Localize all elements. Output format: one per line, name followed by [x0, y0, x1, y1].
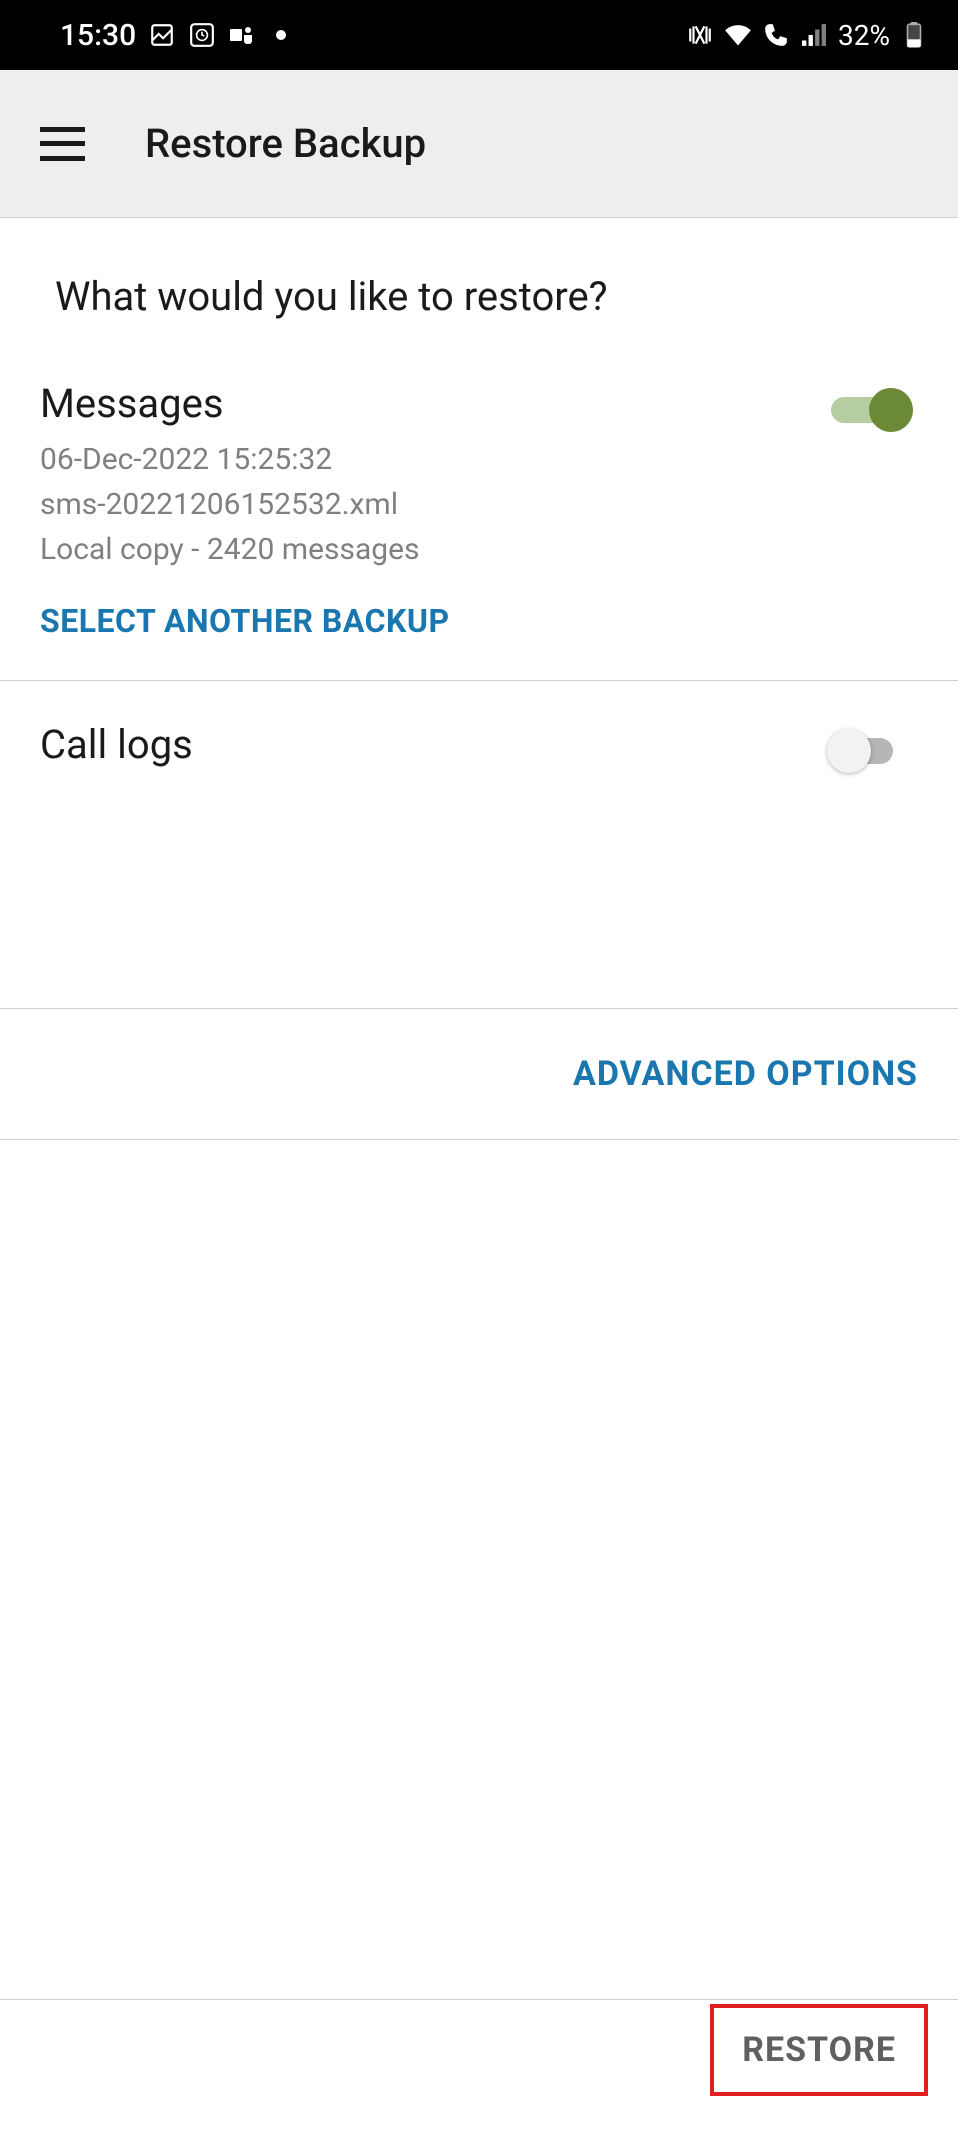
app-bar: Restore Backup	[0, 70, 958, 218]
teams-icon	[228, 21, 256, 49]
messages-details: Local copy - 2420 messages	[40, 527, 831, 572]
status-right: 32%	[686, 19, 928, 52]
status-time: 15:30	[60, 18, 136, 53]
messages-toggle[interactable]	[831, 388, 913, 432]
dot-icon	[276, 30, 286, 40]
signal-icon	[800, 21, 828, 49]
vibrate-icon	[686, 21, 714, 49]
battery-percent: 32%	[838, 19, 890, 52]
content: What would you like to restore? Messages…	[0, 218, 958, 1140]
messages-datetime: 06-Dec-2022 15:25:32	[40, 437, 831, 482]
advanced-section: ADVANCED OPTIONS	[0, 1009, 958, 1140]
heading: What would you like to restore?	[0, 218, 958, 360]
calllogs-toggle[interactable]	[831, 729, 913, 773]
calllogs-title: Call logs	[40, 721, 831, 768]
clock-app-icon	[188, 21, 216, 49]
messages-section: Messages 06-Dec-2022 15:25:32 sms-202212…	[0, 360, 958, 681]
footer-bar: RESTORE	[0, 1999, 958, 2129]
advanced-options-link[interactable]: ADVANCED OPTIONS	[573, 1054, 918, 1094]
status-left: 15:30	[60, 18, 286, 53]
menu-icon[interactable]	[40, 127, 85, 161]
status-bar: 15:30 32%	[0, 0, 958, 70]
wifi-icon	[724, 21, 752, 49]
page-title: Restore Backup	[145, 120, 426, 167]
messages-title: Messages	[40, 380, 831, 427]
battery-icon	[900, 21, 928, 49]
messages-filename: sms-20221206152532.xml	[40, 482, 831, 527]
call-wifi-icon	[762, 21, 790, 49]
restore-button[interactable]: RESTORE	[710, 2004, 928, 2096]
calllogs-section: Call logs	[0, 681, 958, 1009]
image-icon	[148, 21, 176, 49]
select-another-backup-link[interactable]: SELECT ANOTHER BACKUP	[40, 572, 913, 640]
